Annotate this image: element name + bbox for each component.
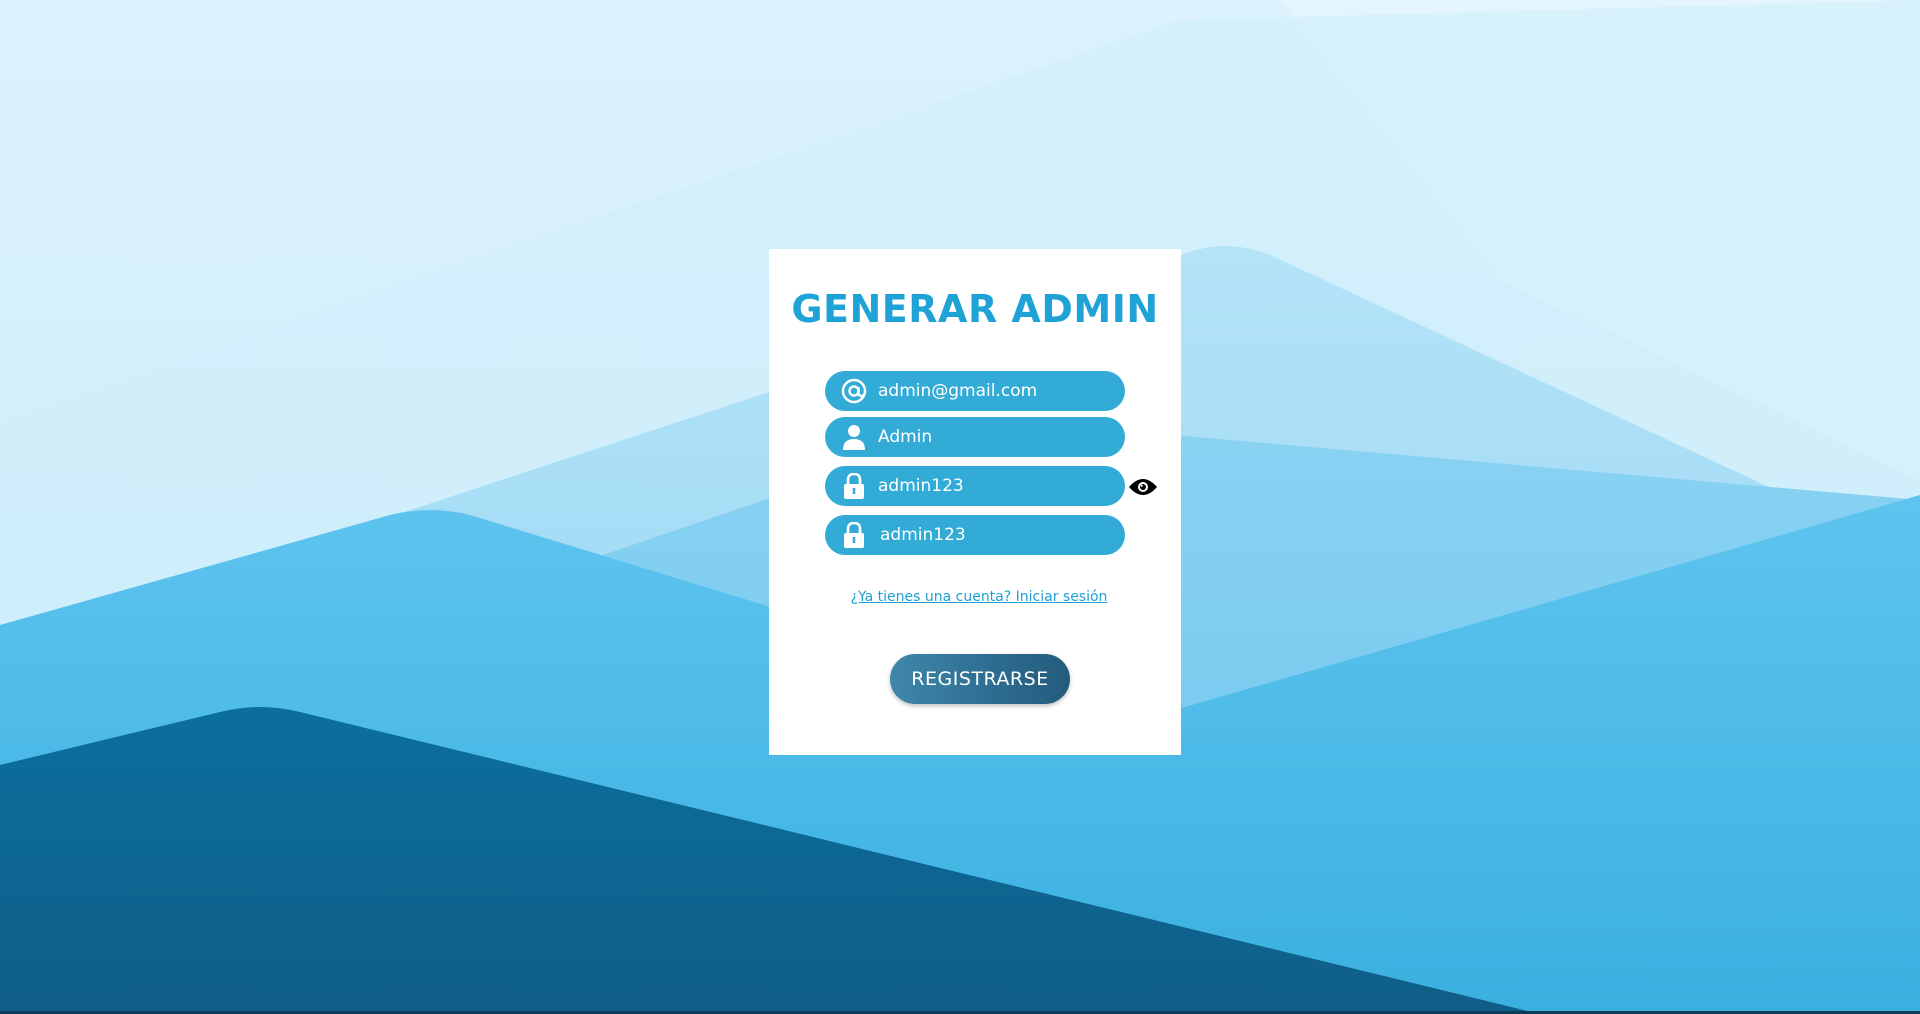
login-link[interactable]: ¿Ya tienes una cuenta? Iniciar sesión <box>769 589 1189 605</box>
confirm-password-input[interactable] <box>880 525 1110 545</box>
register-card: GENERAR ADMIN admin@gmail.com Admin admi… <box>769 249 1181 755</box>
lock-icon <box>840 472 868 500</box>
lock-icon <box>840 521 868 549</box>
register-button[interactable]: REGISTRARSE <box>890 654 1070 704</box>
page-title: GENERAR ADMIN <box>791 287 1159 331</box>
email-field[interactable] <box>825 371 1125 411</box>
username-input[interactable] <box>878 427 1108 447</box>
user-icon <box>840 423 868 451</box>
confirm-password-field[interactable] <box>825 515 1125 555</box>
page-background: GENERAR ADMIN admin@gmail.com Admin admi… <box>0 0 1920 1014</box>
username-field[interactable] <box>825 417 1125 457</box>
eye-icon[interactable] <box>1128 477 1158 497</box>
at-icon <box>840 377 868 405</box>
email-input[interactable] <box>878 381 1108 401</box>
password-input[interactable] <box>878 476 1108 496</box>
password-field[interactable] <box>825 466 1125 506</box>
